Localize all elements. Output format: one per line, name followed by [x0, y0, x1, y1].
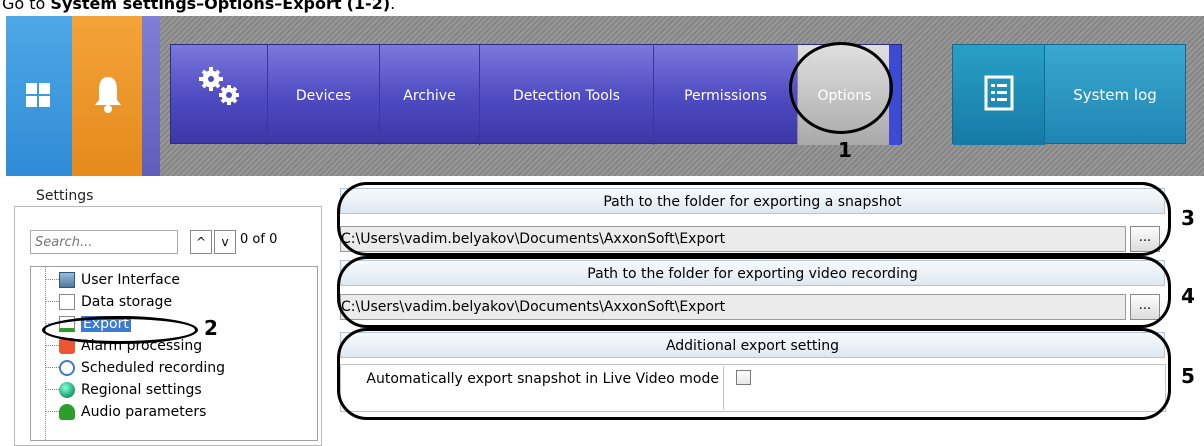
settings-tree: User Interface Data storage Export Alarm…: [30, 266, 318, 441]
tree-item-audio-parameters[interactable]: Audio parameters: [59, 401, 206, 423]
globe-icon: [59, 382, 75, 398]
menu-scroll-edge: [889, 45, 901, 145]
snapshot-path-field[interactable]: C:\Users\vadim.belyakov\Documents\AxxonS…: [340, 226, 1126, 252]
audio-icon: [59, 404, 75, 420]
menu-devices[interactable]: Devices: [267, 45, 379, 145]
annotation-number-2: 2: [204, 316, 218, 340]
menu-permissions[interactable]: Permissions: [653, 45, 797, 145]
video-path-field[interactable]: C:\Users\vadim.belyakov\Documents\AxxonS…: [340, 294, 1126, 320]
log-icon-box: [953, 45, 1045, 145]
top-ribbon: Devices Archive Detection Tools Permissi…: [6, 16, 1204, 176]
additional-settings-header: Additional export setting: [340, 332, 1165, 358]
snapshot-path-header: Path to the folder for exporting a snaps…: [340, 188, 1165, 214]
annotation-number-5: 5: [1181, 364, 1195, 388]
tree-item-user-interface[interactable]: User Interface: [59, 269, 180, 291]
alarm-tile[interactable]: [72, 16, 142, 176]
instruction-caption: Go to System settings–Options–Export (1-…: [2, 0, 396, 13]
search-input[interactable]: [30, 230, 178, 254]
tree-item-export[interactable]: Export: [59, 313, 131, 335]
menu-options[interactable]: Options: [797, 45, 891, 145]
windows-icon: [26, 83, 50, 107]
video-path-header: Path to the folder for exporting video r…: [340, 260, 1165, 286]
system-log-tile[interactable]: System log: [952, 44, 1186, 145]
monitor-icon: [59, 272, 75, 288]
menu-detection-tools[interactable]: Detection Tools: [479, 45, 653, 145]
schedule-icon: [59, 360, 75, 376]
search-counter: 0 of 0: [240, 232, 278, 247]
checklist-icon: [984, 75, 1014, 111]
bell-icon: [95, 77, 121, 113]
tree-item-regional-settings[interactable]: Regional settings: [59, 379, 202, 401]
tree-item-alarm-processing[interactable]: Alarm processing: [59, 335, 202, 357]
gears-icon: [199, 67, 239, 105]
system-log-label: System log: [1073, 86, 1157, 104]
search-prev-button[interactable]: ^: [190, 230, 212, 254]
auto-export-checkbox[interactable]: [736, 370, 751, 385]
auto-export-label: Automatically export snapshot in Live Vi…: [344, 366, 724, 410]
tree-item-data-storage[interactable]: Data storage: [59, 291, 172, 313]
data-storage-icon: [59, 294, 75, 310]
options-menu-bar: Devices Archive Detection Tools Permissi…: [170, 44, 902, 145]
snapshot-browse-button[interactable]: ...: [1130, 226, 1160, 252]
alarm-icon: [59, 338, 75, 354]
export-icon: [59, 316, 75, 332]
settings-title: Settings: [32, 188, 98, 204]
windows-tile[interactable]: [6, 16, 72, 176]
annotation-number-1: 1: [838, 138, 852, 162]
tree-item-scheduled-recording[interactable]: Scheduled recording: [59, 357, 225, 379]
menu-archive[interactable]: Archive: [379, 45, 479, 145]
search-next-button[interactable]: v: [214, 230, 236, 254]
video-browse-button[interactable]: ...: [1130, 294, 1160, 320]
divider-strip: [142, 16, 160, 176]
annotation-number-3: 3: [1181, 206, 1195, 230]
annotation-number-4: 4: [1181, 284, 1195, 308]
